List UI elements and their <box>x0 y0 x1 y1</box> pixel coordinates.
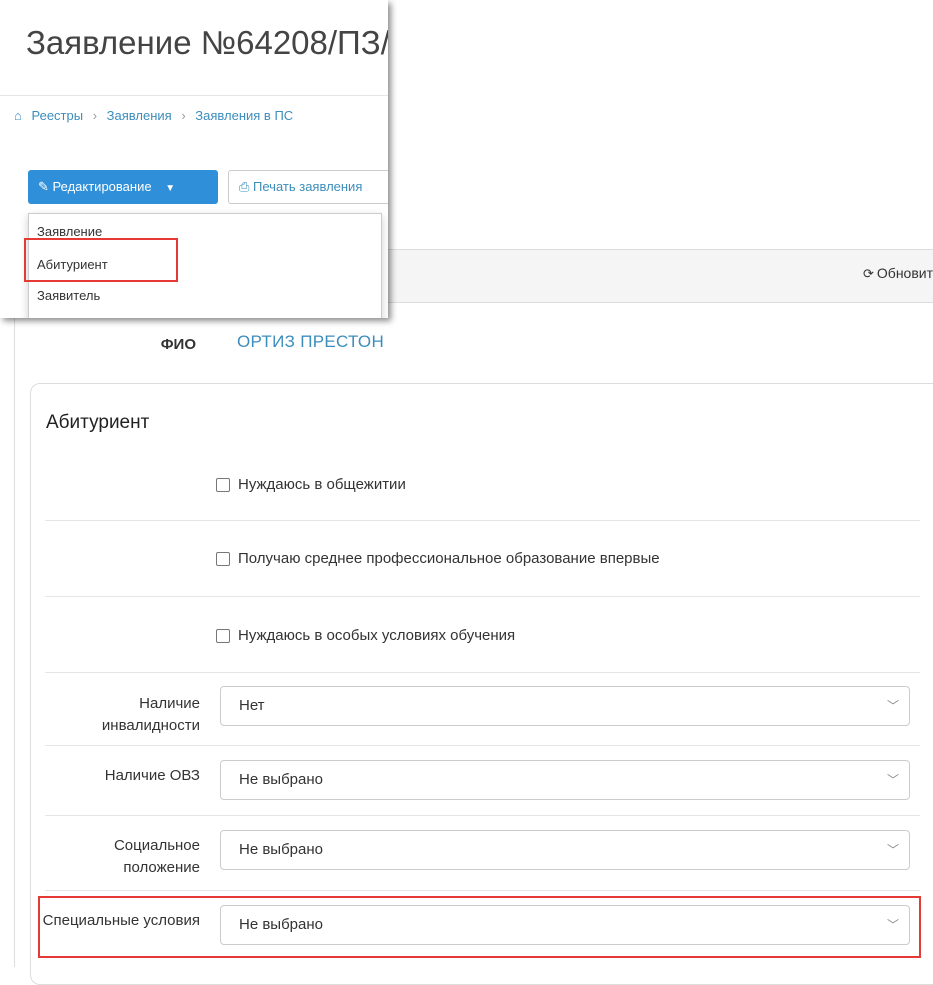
chevron-down-icon: ﹀ <box>886 699 899 713</box>
checkbox-first-education[interactable]: Получаю среднее профессиональное образов… <box>216 550 660 567</box>
divider <box>0 95 388 96</box>
caret-down-icon: ▼ <box>165 183 176 194</box>
content-border <box>14 318 15 967</box>
ovz-label: Наличие ОВЗ <box>104 767 200 784</box>
social-status-select[interactable]: Не выбрано ﹀ <box>220 830 910 870</box>
checkbox-label: Получаю среднее профессиональное образов… <box>238 550 660 567</box>
refresh-label: Обновить <box>876 265 933 281</box>
chevron-right-icon: › <box>92 108 98 123</box>
ovz-select[interactable]: Не выбрано ﹀ <box>220 760 910 800</box>
chevron-right-icon: › <box>181 108 186 123</box>
breadcrumb-item[interactable]: Реестры <box>31 108 83 123</box>
inset-screenshot: Заявление №64208/ПЗ/2 ⌂ Реестры › Заявле… <box>0 0 388 318</box>
checkbox-label: Нуждаюсь в особых условиях обучения <box>238 627 516 644</box>
home-icon[interactable]: ⌂ <box>14 108 22 123</box>
panel-title: Абитуриент <box>46 412 150 433</box>
printer-icon: ⎙ <box>239 179 250 194</box>
divider <box>45 745 920 746</box>
fio-label: ФИО <box>160 336 196 353</box>
menu-item-declarant[interactable]: Заявитель <box>37 288 100 303</box>
checkbox-dormitory[interactable]: Нуждаюсь в общежитии <box>216 476 406 493</box>
highlight-frame <box>38 896 921 958</box>
menu-item-application[interactable]: Заявление <box>37 224 102 239</box>
social-status-label: Социальное положение <box>113 837 200 876</box>
pencil-icon: ✎ <box>38 179 49 194</box>
breadcrumb-item[interactable]: Заявления <box>107 108 172 123</box>
refresh-button[interactable]: ⟳Обновить <box>863 265 933 282</box>
checkbox[interactable] <box>216 628 230 643</box>
print-button-label: Печать заявления <box>253 179 363 194</box>
applicant-panel <box>30 383 933 985</box>
edit-button-label: Редактирование <box>52 179 152 194</box>
fio-value-link[interactable]: ОРТИЗ ПРЕСТОН <box>237 332 384 352</box>
select-value: Не выбрано <box>239 771 323 788</box>
divider <box>45 815 920 816</box>
breadcrumb: ⌂ Реестры › Заявления › Заявления в ПС <box>14 108 293 123</box>
chevron-down-icon: ﹀ <box>886 773 899 787</box>
chevron-down-icon: ﹀ <box>886 843 899 857</box>
page-title: Заявление №64208/ПЗ/2 <box>26 24 388 61</box>
divider <box>45 890 920 891</box>
divider <box>45 596 920 597</box>
disability-select[interactable]: Нет ﹀ <box>220 686 910 726</box>
checkbox[interactable] <box>216 551 230 566</box>
disability-label: Наличие инвалидности <box>101 695 200 734</box>
select-value: Нет <box>239 697 265 714</box>
breadcrumb-item[interactable]: Заявления в ПС <box>195 108 293 123</box>
divider <box>45 672 920 673</box>
refresh-icon: ⟳ <box>863 266 874 281</box>
edit-dropdown-button[interactable]: ✎ Редактирование ▼ <box>28 170 218 204</box>
divider <box>45 520 920 521</box>
select-value: Не выбрано <box>239 841 323 858</box>
checkbox-special-conditions[interactable]: Нуждаюсь в особых условиях обучения <box>216 627 515 644</box>
checkbox-label: Нуждаюсь в общежитии <box>238 476 406 493</box>
print-application-button[interactable]: ⎙ Печать заявления <box>228 170 388 204</box>
highlight-frame <box>24 238 178 282</box>
checkbox[interactable] <box>216 477 230 492</box>
